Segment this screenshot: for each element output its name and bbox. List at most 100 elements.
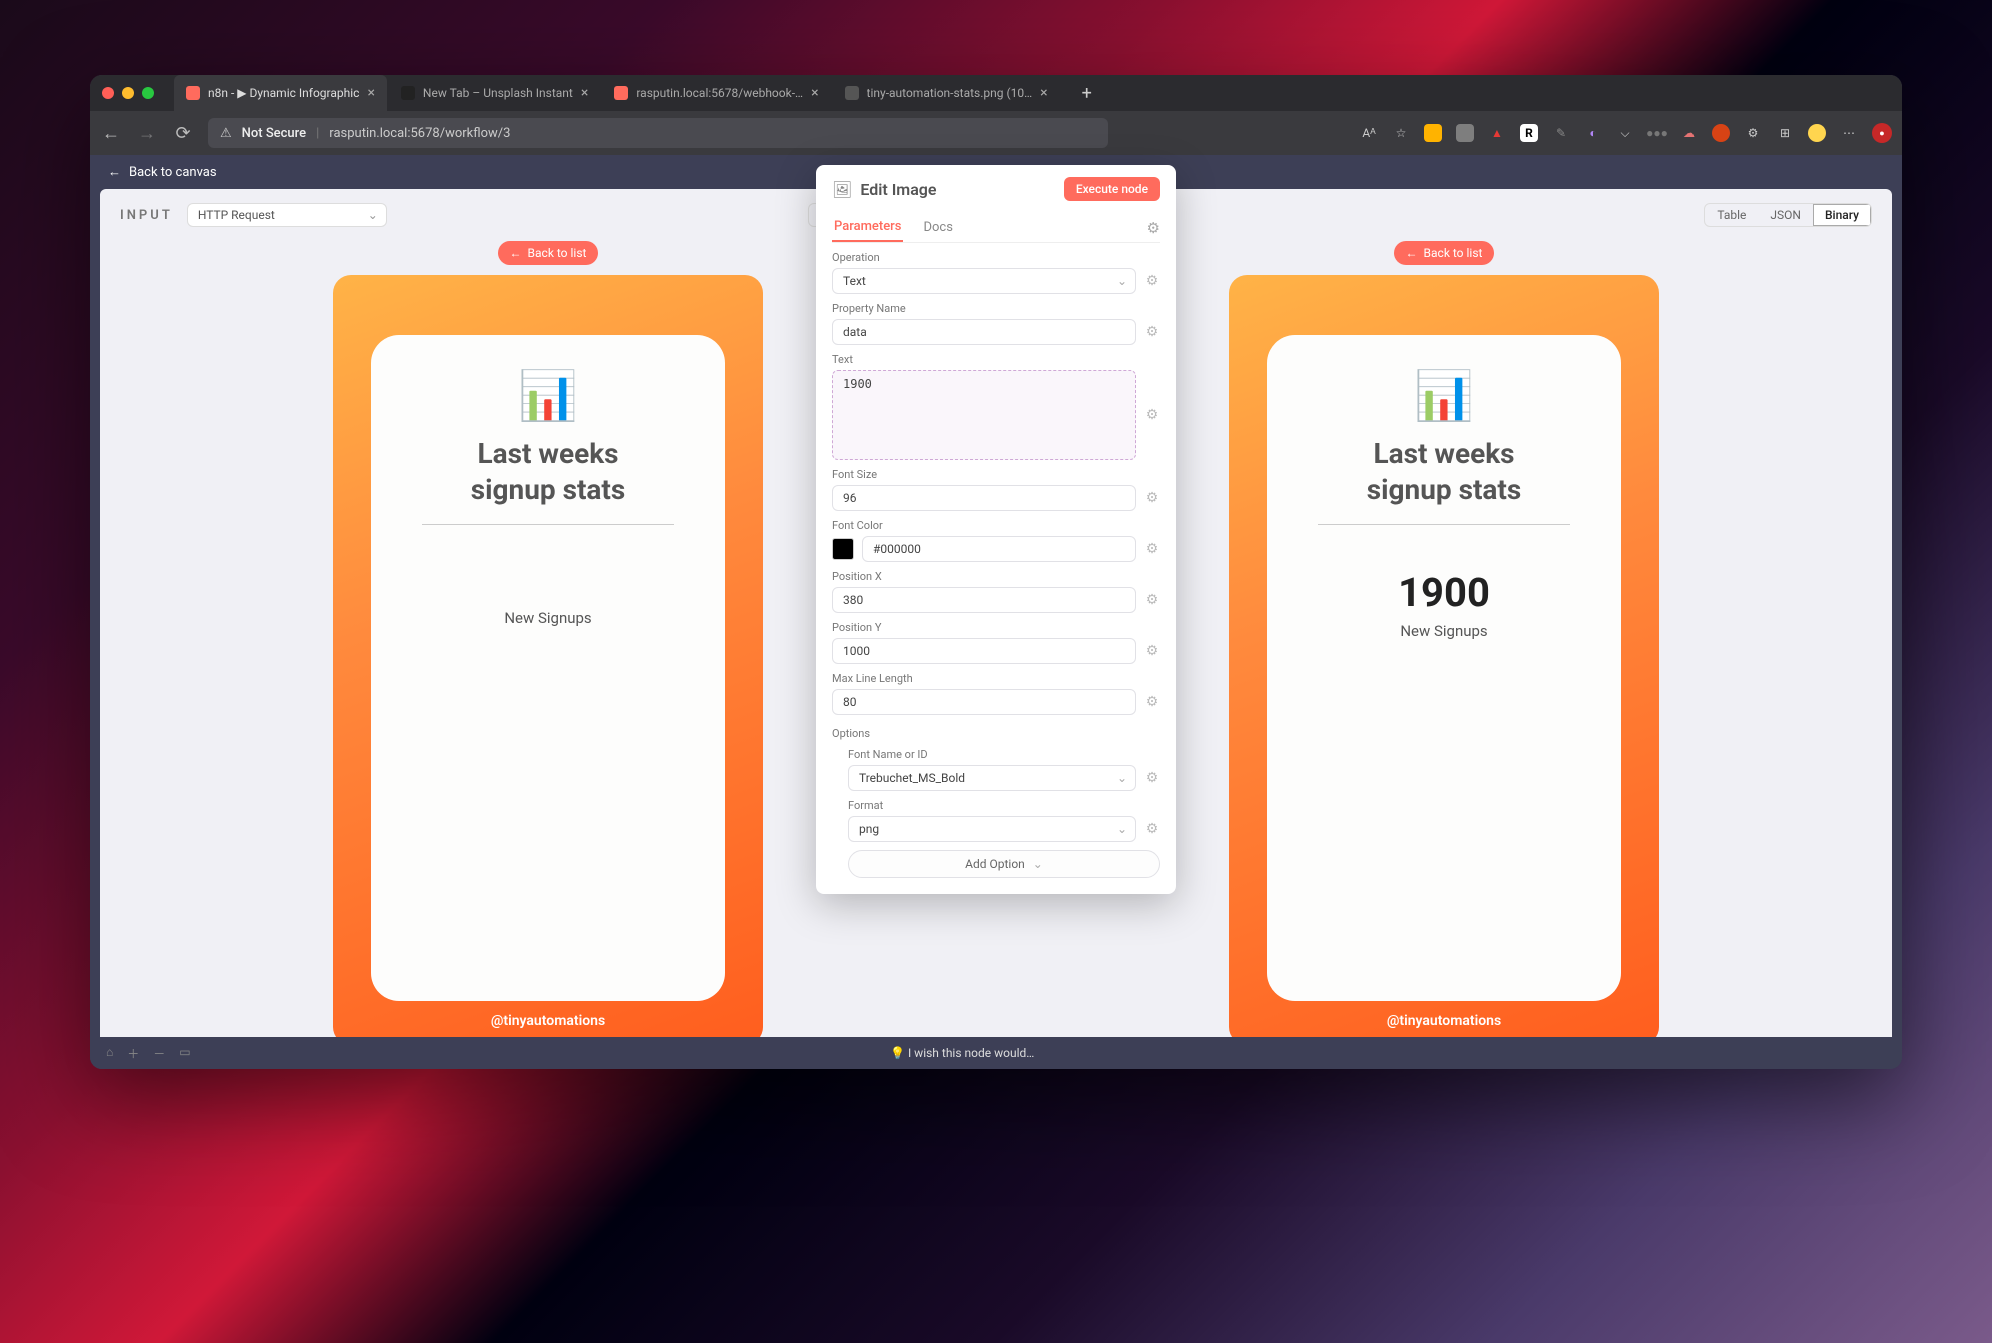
arrow-left-icon: ← xyxy=(510,246,522,260)
avatar[interactable] xyxy=(1808,124,1826,142)
ext-icon[interactable] xyxy=(1424,124,1442,142)
reload-button[interactable]: ⟳ xyxy=(172,123,194,144)
close-tab-icon[interactable]: × xyxy=(581,85,588,101)
zoom-out-icon[interactable]: － xyxy=(153,1045,165,1062)
address-bar[interactable]: ⚠ Not Secure | rasputin.local:5678/workf… xyxy=(208,118,1108,148)
field-label: Font Size xyxy=(832,468,1160,481)
ext-icon[interactable]: ☁ xyxy=(1680,124,1698,142)
param-options-icon[interactable]: ⚙ xyxy=(1144,694,1160,710)
add-option-button[interactable]: Add Option ⌄ xyxy=(848,850,1160,878)
param-options-icon[interactable]: ⚙ xyxy=(1144,407,1160,423)
tab-title: New Tab – Unsplash Instant xyxy=(423,86,573,100)
field-label: Text xyxy=(832,353,1160,366)
minimize-window-icon[interactable] xyxy=(122,87,134,99)
card-title-a: Last weeks xyxy=(1373,438,1514,470)
seg-table[interactable]: Table xyxy=(1705,204,1758,226)
notification-badge[interactable]: ● xyxy=(1872,123,1892,143)
ext-icon[interactable] xyxy=(1712,124,1730,142)
card-sub: New Signups xyxy=(1400,622,1487,640)
close-window-icon[interactable] xyxy=(102,87,114,99)
settings-icon[interactable]: ⚙ xyxy=(1744,124,1762,142)
extension-icons: Aᴬ ☆ ▲ R ✎ ◐ ⌵ ●●● ☁ ⚙ ⊞ ⋯ ● xyxy=(1360,123,1892,143)
fit-icon[interactable]: ▭ xyxy=(179,1045,190,1062)
tab-n8n[interactable]: n8n - ▶ Dynamic Infographic × xyxy=(174,75,387,111)
arrow-left-icon: ← xyxy=(1406,246,1418,260)
field-label: Font Name or ID xyxy=(848,748,1160,761)
tab-parameters[interactable]: Parameters xyxy=(832,213,903,242)
add-option-label: Add Option xyxy=(965,857,1025,871)
zoom-window-icon[interactable] xyxy=(142,87,154,99)
color-swatch[interactable] xyxy=(832,538,854,560)
browser-window: n8n - ▶ Dynamic Infographic × New Tab – … xyxy=(90,75,1902,1069)
execute-node-button[interactable]: Execute node xyxy=(1064,177,1160,201)
param-options-icon[interactable]: ⚙ xyxy=(1144,490,1160,506)
text-textarea[interactable] xyxy=(832,370,1136,460)
node-header: 🖼 Edit Image Execute node xyxy=(832,177,1160,201)
separator: | xyxy=(316,126,319,141)
close-tab-icon[interactable]: × xyxy=(811,85,818,101)
tab-strip: n8n - ▶ Dynamic Infographic × New Tab – … xyxy=(174,75,1062,111)
home-icon[interactable]: ⌂ xyxy=(106,1045,113,1062)
bulb-icon: 💡 xyxy=(890,1046,905,1060)
handle: @tinyautomations xyxy=(1387,1013,1501,1029)
ext-icon[interactable] xyxy=(1456,124,1474,142)
back-to-list-button[interactable]: ← Back to list xyxy=(498,241,599,265)
max-line-input[interactable] xyxy=(832,689,1136,715)
font-size-input[interactable] xyxy=(832,485,1136,511)
param-options-icon[interactable]: ⚙ xyxy=(1144,592,1160,608)
close-tab-icon[interactable]: × xyxy=(1040,85,1047,101)
field-label: Position Y xyxy=(832,621,1160,634)
tab-unsplash[interactable]: New Tab – Unsplash Instant × xyxy=(389,75,600,111)
position-x-input[interactable] xyxy=(832,587,1136,613)
font-name-select[interactable]: Trebuchet_MS_Bold xyxy=(848,765,1136,791)
operation-select[interactable]: Text xyxy=(832,268,1136,294)
format-select[interactable]: png xyxy=(848,816,1136,842)
param-options-icon[interactable]: ⚙ xyxy=(1144,324,1160,340)
footer-left-icons: ⌂ ＋ － ▭ xyxy=(106,1045,191,1062)
zoom-in-icon[interactable]: ＋ xyxy=(127,1045,139,1062)
footer-bar: ⌂ ＋ － ▭ 💡 I wish this node would… xyxy=(90,1037,1902,1069)
wish-prompt[interactable]: 💡 I wish this node would… xyxy=(890,1046,1034,1060)
position-y-input[interactable] xyxy=(832,638,1136,664)
tab-png[interactable]: tiny-automation-stats.png (10… × xyxy=(833,75,1060,111)
collections-icon[interactable]: ⊞ xyxy=(1776,124,1794,142)
new-tab-button[interactable]: + xyxy=(1072,83,1102,104)
input-preview-card: 📊 Last weeks signup stats New Signups @t… xyxy=(333,275,763,1045)
favicon-icon xyxy=(845,86,859,100)
output-preview-card: 📊 Last weeks signup stats 1900 New Signu… xyxy=(1229,275,1659,1045)
gear-icon[interactable]: ⚙ xyxy=(1147,219,1160,237)
ext-icon[interactable]: ✎ xyxy=(1552,124,1570,142)
param-options-icon[interactable]: ⚙ xyxy=(1144,821,1160,837)
field-label: Operation xyxy=(832,251,1160,264)
seg-json[interactable]: JSON xyxy=(1758,204,1813,226)
chevron-down-icon: ⌄ xyxy=(1033,857,1043,871)
seg-binary[interactable]: Binary xyxy=(1813,204,1871,226)
pocket-icon[interactable]: ⌵ xyxy=(1616,124,1634,142)
ext-icon[interactable]: ●●● xyxy=(1648,124,1666,142)
property-name-input[interactable] xyxy=(832,319,1136,345)
font-color-input[interactable] xyxy=(862,536,1136,562)
field-position-y: Position Y ⚙ xyxy=(832,621,1160,664)
ext-icon[interactable]: ▲ xyxy=(1488,124,1506,142)
back-to-list-button[interactable]: ← Back to list xyxy=(1394,241,1495,265)
http-request-select[interactable]: HTTP Request xyxy=(187,203,387,227)
back-to-canvas-label: Back to canvas xyxy=(129,165,217,180)
field-position-x: Position X ⚙ xyxy=(832,570,1160,613)
field-max-line: Max Line Length ⚙ xyxy=(832,672,1160,715)
field-format: Format png ⚙ xyxy=(848,799,1160,842)
tab-docs[interactable]: Docs xyxy=(921,214,954,241)
param-options-icon[interactable]: ⚙ xyxy=(1144,770,1160,786)
param-options-icon[interactable]: ⚙ xyxy=(1144,643,1160,659)
tab-webhook[interactable]: rasputin.local:5678/webhook-… × xyxy=(602,75,830,111)
forward-button[interactable]: → xyxy=(136,123,158,144)
param-options-icon[interactable]: ⚙ xyxy=(1144,541,1160,557)
tab-title: rasputin.local:5678/webhook-… xyxy=(636,86,803,100)
text-size-icon[interactable]: Aᴬ xyxy=(1360,124,1378,142)
star-icon[interactable]: ☆ xyxy=(1392,124,1410,142)
ext-icon[interactable]: ◐ xyxy=(1584,124,1602,142)
back-button[interactable]: ← xyxy=(100,123,122,144)
close-tab-icon[interactable]: × xyxy=(367,85,374,101)
param-options-icon[interactable]: ⚙ xyxy=(1144,273,1160,289)
more-icon[interactable]: ⋯ xyxy=(1840,124,1858,142)
ext-icon[interactable]: R xyxy=(1520,124,1538,142)
